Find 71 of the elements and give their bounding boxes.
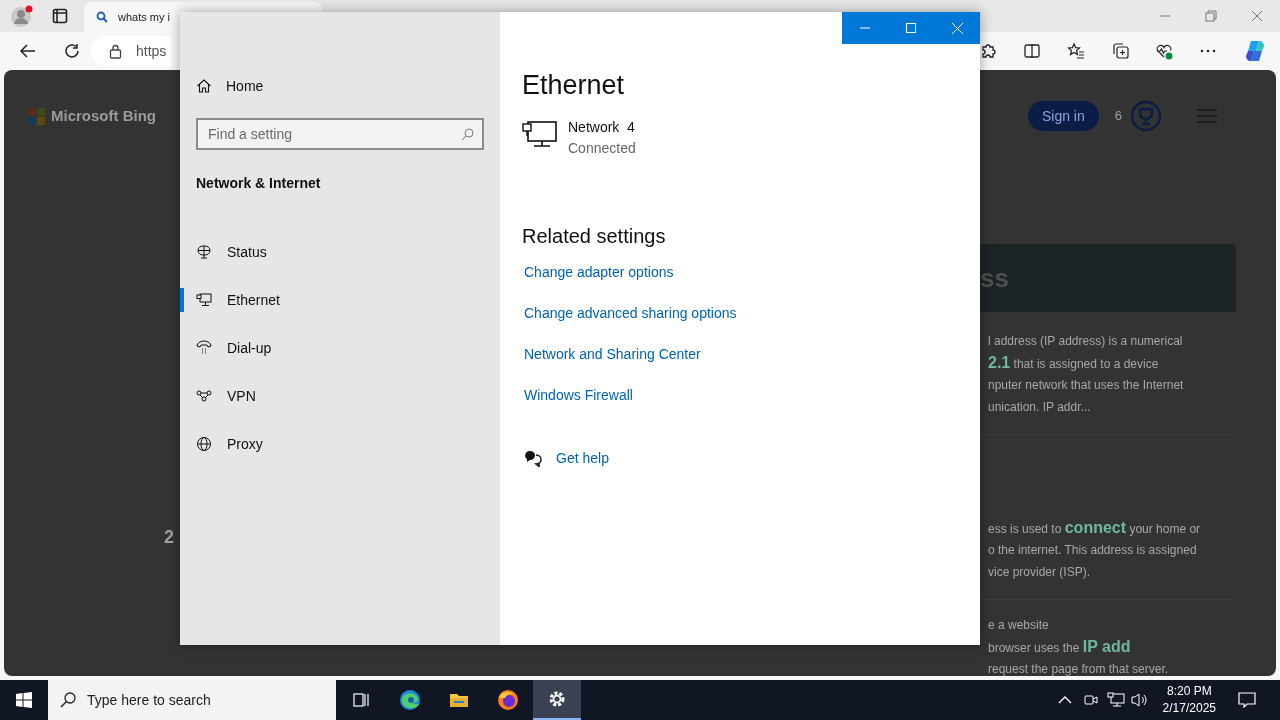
address-bar[interactable]: https bbox=[91, 36, 171, 66]
paragraph-line: ess is used to connect your home or bbox=[988, 518, 1201, 538]
tab-title: whats my i bbox=[118, 9, 170, 25]
get-help-link[interactable]: Get help bbox=[556, 448, 609, 469]
network-status: Connected bbox=[568, 139, 636, 158]
extensions-icon[interactable] bbox=[979, 42, 997, 60]
paragraph-line: request the page from that server. bbox=[988, 661, 1169, 676]
nav-item[interactable]: Status bbox=[196, 236, 287, 268]
refresh-icon[interactable] bbox=[63, 42, 81, 60]
notification-icon[interactable] bbox=[1238, 692, 1256, 708]
settings-link[interactable]: Network and Sharing Center bbox=[524, 344, 701, 365]
browser-icon bbox=[399, 689, 421, 711]
status-icon bbox=[196, 244, 212, 260]
taskbar-app-button[interactable] bbox=[533, 680, 581, 720]
collections-icon[interactable] bbox=[1111, 42, 1129, 60]
fox-browser-icon bbox=[497, 689, 519, 711]
volume-icon[interactable] bbox=[1130, 692, 1149, 708]
windows-logo-icon bbox=[16, 692, 32, 708]
home-icon bbox=[196, 78, 212, 94]
paragraph-line: browser uses the IP add bbox=[988, 637, 1131, 657]
profile-icon[interactable] bbox=[10, 4, 34, 28]
search-field[interactable]: Find a setting bbox=[196, 118, 484, 150]
section-heading: Network & Internet bbox=[196, 174, 322, 193]
favorites-icon[interactable] bbox=[1067, 42, 1085, 60]
nav-item[interactable]: Proxy bbox=[196, 428, 283, 460]
settings-link[interactable]: Change adapter options bbox=[524, 262, 674, 283]
split-screen-icon[interactable] bbox=[1023, 42, 1041, 60]
lock-icon bbox=[109, 43, 122, 59]
paragraph-line: 2.1 that is assigned to a device bbox=[988, 353, 1159, 373]
settings-link[interactable]: Change advanced sharing options bbox=[524, 303, 737, 324]
rewards-count: 6 bbox=[1114, 107, 1122, 126]
search-icon bbox=[461, 128, 474, 141]
vpn-icon bbox=[196, 388, 212, 404]
nav-item[interactable]: VPN bbox=[196, 380, 276, 412]
logo-text[interactable]: Microsoft Bing bbox=[51, 104, 156, 128]
network-name: Network 4 bbox=[568, 118, 636, 137]
heart-pulse-icon[interactable] bbox=[1155, 42, 1173, 60]
taskbar-search-field[interactable]: Type here to search bbox=[48, 680, 336, 720]
help-chat-icon bbox=[524, 450, 542, 467]
paragraph-line: l address (IP address) is a numerical bbox=[988, 333, 1183, 350]
camera-icon[interactable] bbox=[1082, 692, 1099, 708]
telephone-icon bbox=[196, 340, 212, 356]
paragraph-line: o the internet. This address is assigned bbox=[988, 542, 1197, 559]
section-heading: Related settings bbox=[522, 224, 667, 249]
nav-item[interactable]: Ethernet bbox=[196, 284, 300, 316]
tab-actions-icon[interactable] bbox=[52, 8, 68, 24]
globe-icon bbox=[196, 436, 212, 452]
section-number: 2 bbox=[164, 526, 174, 549]
windows-logo-icon bbox=[28, 107, 45, 125]
paragraph-line: vice provider (ISP). bbox=[988, 564, 1091, 581]
close-icon[interactable] bbox=[1251, 10, 1263, 22]
back-icon[interactable] bbox=[19, 42, 37, 60]
paragraph-line: e a website bbox=[988, 617, 1049, 634]
paragraph-line: nputer network that uses the Internet bbox=[988, 377, 1184, 394]
ethernet-icon bbox=[196, 292, 212, 308]
settings-link[interactable]: Windows Firewall bbox=[524, 385, 633, 406]
sign-in-button[interactable]: Sign in bbox=[1027, 101, 1099, 131]
page-title: Ethernet bbox=[522, 69, 626, 102]
maximize-icon bbox=[906, 23, 916, 33]
copilot-icon[interactable] bbox=[1243, 39, 1267, 63]
home-link[interactable]: Home bbox=[196, 72, 500, 100]
network-icon[interactable] bbox=[1106, 692, 1125, 708]
close-icon bbox=[951, 22, 963, 34]
clock[interactable]: 8:20 PM 2/17/2025 bbox=[1162, 683, 1216, 717]
network-item[interactable]: Network 4 Connected bbox=[522, 117, 672, 159]
nav-item[interactable]: Dial-up bbox=[196, 332, 292, 364]
search-icon bbox=[96, 11, 108, 23]
chevron-up-icon[interactable] bbox=[1057, 695, 1072, 705]
ethernet-icon bbox=[522, 119, 558, 149]
paragraph-line: unication. IP addr... bbox=[988, 399, 1091, 416]
search-icon bbox=[60, 692, 76, 708]
